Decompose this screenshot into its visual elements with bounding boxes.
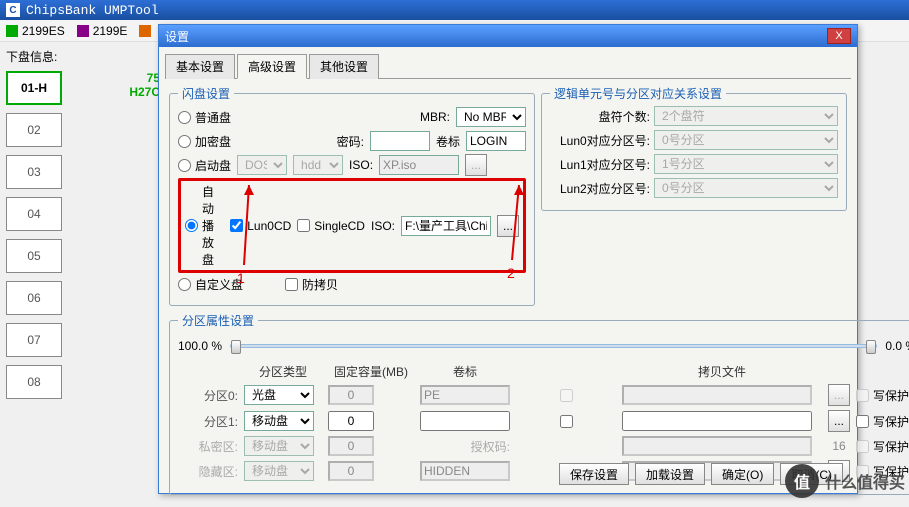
- iso-input[interactable]: [379, 155, 459, 175]
- left-panel: 下盘信息: 01-H 75 H27C 02 03 04 05 06 07 08: [0, 42, 160, 413]
- p0-browse-button[interactable]: ...: [828, 384, 850, 406]
- slot-04[interactable]: 04: [6, 197, 62, 231]
- partition-header: 分区类型 固定容量(MB) 卷标 拷贝文件: [178, 363, 909, 380]
- pp-auth-input[interactable]: [622, 436, 812, 456]
- partition-slider[interactable]: [230, 344, 877, 348]
- p1-vol-input[interactable]: [420, 411, 510, 431]
- drive-count-select[interactable]: 2个盘符: [654, 106, 838, 126]
- lun2-select[interactable]: 0号分区: [654, 178, 838, 198]
- p0-copy-check[interactable]: [520, 389, 613, 402]
- radio-autoplay[interactable]: 自动播放盘: [185, 183, 224, 268]
- pp-type-select[interactable]: 移动盘: [244, 436, 314, 456]
- legend-extra: [139, 25, 151, 37]
- p0-vol-input[interactable]: [420, 385, 510, 405]
- p1-copy-check[interactable]: [520, 415, 613, 428]
- p0-wp-check[interactable]: 写保护: [856, 387, 909, 404]
- ph-type-select[interactable]: 移动盘: [244, 461, 314, 481]
- slot-05[interactable]: 05: [6, 239, 62, 273]
- legend-2199e: 2199E: [77, 24, 128, 38]
- load-button[interactable]: 加载设置: [635, 463, 705, 485]
- watermark-text: 什么值得买: [825, 469, 905, 493]
- legend-2199es: 2199ES: [6, 24, 65, 38]
- flash-settings-group: 闪盘设置 普通盘 MBR: No MBR 加密盘 密码: 卷标: [169, 85, 535, 306]
- auth-label: 授权码:: [420, 438, 510, 455]
- check-lun0cd[interactable]: Lun0CD: [230, 219, 291, 233]
- iso-label: ISO:: [349, 158, 373, 172]
- slot-02[interactable]: 02: [6, 113, 62, 147]
- iso2-label: ISO:: [371, 219, 395, 233]
- autoplay-highlight: 自动播放盘 Lun0CD SingleCD ISO: ...: [178, 178, 526, 273]
- iso2-input[interactable]: [401, 216, 491, 236]
- p1-wp-check[interactable]: 写保护: [856, 413, 909, 430]
- drive-count-label: 盘符个数:: [550, 108, 650, 125]
- p0-cap-input[interactable]: [328, 385, 374, 405]
- p0-type-select[interactable]: 光盘: [244, 385, 314, 405]
- boot-os-select[interactable]: DOS: [237, 155, 287, 175]
- pp-16: 16: [828, 439, 850, 453]
- percent-right: 0.0 %: [885, 339, 909, 353]
- lun1-label: Lun1对应分区号:: [550, 156, 650, 173]
- iso-browse-button[interactable]: ...: [465, 154, 487, 176]
- ok-button[interactable]: 确定(O): [711, 463, 774, 485]
- iso2-browse-button[interactable]: ...: [497, 215, 519, 237]
- radio-custom[interactable]: 自定义盘: [178, 276, 243, 293]
- tab-basic[interactable]: 基本设置: [165, 54, 235, 79]
- tab-other[interactable]: 其他设置: [309, 54, 379, 79]
- app-titlebar: C ChipsBank UMPTool: [0, 0, 909, 20]
- password-label: 密码:: [337, 133, 364, 150]
- partition-row-0: 分区0: 光盘 ... 写保护: [178, 384, 909, 406]
- password-input[interactable]: [370, 131, 430, 151]
- ph-cap-input[interactable]: [328, 461, 374, 481]
- lun-settings-group: 逻辑单元号与分区对应关系设置 盘符个数:2个盘符 Lun0对应分区号:0号分区 …: [541, 85, 847, 211]
- slot-03[interactable]: 03: [6, 155, 62, 189]
- slot-06[interactable]: 06: [6, 281, 62, 315]
- settings-dialog: 设置 X 基本设置 高级设置 其他设置 闪盘设置 普通盘 MBR: No MBR…: [158, 24, 858, 494]
- partition-row-private: 私密区: 移动盘 授权码: 16 写保护: [178, 436, 909, 456]
- flash-legend: 闪盘设置: [178, 85, 234, 102]
- lun0-select[interactable]: 0号分区: [654, 130, 838, 150]
- app-icon: C: [6, 3, 20, 17]
- partition-legend: 分区属性设置: [178, 312, 258, 329]
- p1-type-select[interactable]: 移动盘: [244, 411, 314, 431]
- p0-copy-path[interactable]: [622, 385, 812, 405]
- dialog-title: 设置: [165, 28, 189, 45]
- p1-cap-input[interactable]: [328, 411, 374, 431]
- pp-cap-input[interactable]: [328, 436, 374, 456]
- p1-browse-button[interactable]: ...: [828, 410, 850, 432]
- tab-advanced[interactable]: 高级设置: [237, 54, 307, 79]
- disk-info-label: 下盘信息:: [6, 48, 154, 65]
- slot-07[interactable]: 07: [6, 323, 62, 357]
- slider-thumb-right[interactable]: [866, 340, 876, 354]
- check-singlecd[interactable]: SingleCD: [297, 219, 365, 233]
- partition-row-1: 分区1: 移动盘 ... 写保护: [178, 410, 909, 432]
- lun2-label: Lun2对应分区号:: [550, 180, 650, 197]
- radio-encrypt[interactable]: 加密盘: [178, 133, 231, 150]
- ph-vol-input[interactable]: [420, 461, 510, 481]
- lun-legend: 逻辑单元号与分区对应关系设置: [550, 85, 726, 102]
- dialog-titlebar: 设置 X: [159, 25, 857, 47]
- save-button[interactable]: 保存设置: [559, 463, 629, 485]
- lun1-select[interactable]: 1号分区: [654, 154, 838, 174]
- p1-copy-path[interactable]: [622, 411, 812, 431]
- volume-label: 卷标: [436, 133, 460, 150]
- tab-strip: 基本设置 高级设置 其他设置: [165, 53, 851, 79]
- percent-left: 100.0 %: [178, 339, 222, 353]
- lun0-label: Lun0对应分区号:: [550, 132, 650, 149]
- watermark-icon: 值: [785, 464, 819, 498]
- slot-01-side: 75 H27C: [72, 71, 160, 99]
- mbr-label: MBR:: [420, 110, 450, 124]
- radio-normal[interactable]: 普通盘: [178, 109, 231, 126]
- slot-08[interactable]: 08: [6, 365, 62, 399]
- slider-thumb-left[interactable]: [231, 340, 241, 354]
- app-title: ChipsBank UMPTool: [26, 3, 159, 18]
- pp-wp-check[interactable]: 写保护: [856, 438, 909, 455]
- mbr-select[interactable]: No MBR: [456, 107, 526, 127]
- boot-media-select[interactable]: hdd: [293, 155, 343, 175]
- close-icon[interactable]: X: [827, 28, 851, 44]
- check-anticopy[interactable]: 防拷贝: [285, 276, 338, 293]
- radio-boot[interactable]: 启动盘: [178, 157, 231, 174]
- watermark: 值 什么值得买: [785, 464, 905, 498]
- volume-input[interactable]: [466, 131, 526, 151]
- slot-01[interactable]: 01-H: [6, 71, 62, 105]
